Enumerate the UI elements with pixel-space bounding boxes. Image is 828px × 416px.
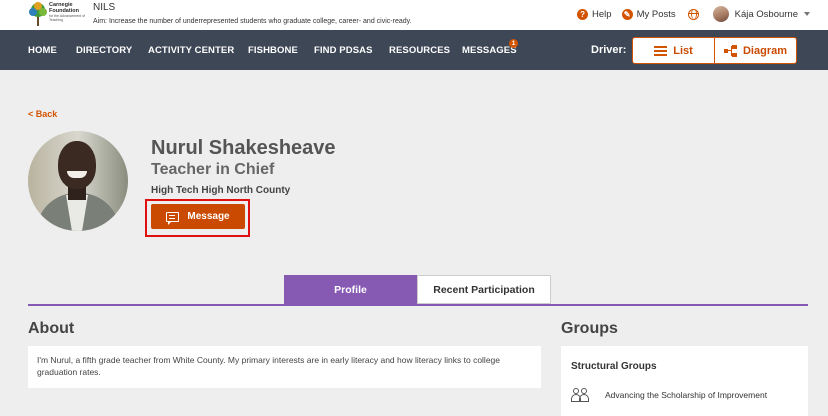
pencil-icon: ✎ [621, 8, 633, 20]
back-link[interactable]: < Back [28, 109, 57, 119]
diagram-view-button[interactable]: Diagram [714, 38, 796, 63]
tree-logo-icon [29, 2, 47, 26]
profile-name: Nurul Shakesheave [151, 137, 336, 159]
chat-icon [166, 211, 180, 225]
list-label: List [673, 44, 693, 57]
about-text: I'm Nurul, a fifth grade teacher from Wh… [28, 346, 541, 388]
people-icon [571, 388, 591, 402]
driver-view-toggle: List Diagram [632, 37, 797, 64]
tab-divider [28, 304, 808, 306]
list-icon [654, 45, 668, 56]
main-nav: HOME DIRECTORY ACTIVITY CENTER FISHBONE … [0, 30, 828, 70]
about-heading: About [28, 320, 75, 337]
groups-panel: Structural Groups Advancing the Scholars… [561, 346, 808, 416]
my-posts-label: My Posts [636, 8, 676, 20]
top-links: ? Help ✎ My Posts Kája Osbourne [567, 6, 810, 22]
user-avatar[interactable] [712, 6, 729, 22]
top-bar: Carnegie Foundation for the Advancement … [0, 0, 828, 30]
profile-organization: High Tech High North County [151, 185, 291, 196]
nav-fishbone[interactable]: FISHBONE [248, 45, 298, 56]
tab-profile[interactable]: Profile [284, 275, 417, 304]
globe-icon[interactable] [687, 8, 699, 20]
nav-activity-center[interactable]: ACTIVITY CENTER [148, 45, 234, 56]
diagram-icon [723, 44, 738, 57]
message-button[interactable]: Message [151, 204, 245, 229]
group-label[interactable]: Advancing the Scholarship of Improvement [605, 390, 767, 400]
structural-groups-heading: Structural Groups [571, 361, 657, 372]
list-view-button[interactable]: List [633, 38, 714, 63]
logo-subtitle: for the Advancement of Teaching [49, 14, 85, 22]
profile-title: Teacher in Chief [151, 161, 275, 178]
help-label: Help [592, 8, 612, 20]
nav-messages[interactable]: MESSAGES [462, 45, 517, 56]
chevron-down-icon[interactable] [804, 12, 810, 16]
profile-photo [28, 131, 128, 231]
help-icon: ? [577, 8, 589, 20]
diagram-label: Diagram [742, 44, 788, 57]
aim-statement: Aim: Increase the number of underreprese… [93, 18, 412, 25]
nav-home[interactable]: HOME [28, 45, 57, 56]
carnegie-logo[interactable]: Carnegie Foundation for the Advancement … [28, 1, 90, 29]
help-link[interactable]: ? Help [577, 8, 612, 20]
driver-label: Driver: [591, 44, 627, 56]
tab-recent-participation[interactable]: Recent Participation [417, 275, 551, 304]
nav-directory[interactable]: DIRECTORY [76, 45, 132, 56]
nav-resources[interactable]: RESOURCES [389, 45, 450, 56]
message-label: Message [187, 211, 230, 222]
nav-find-pdsas[interactable]: FIND PDSAS [314, 45, 373, 56]
user-name[interactable]: Kája Osbourne [735, 9, 798, 20]
app-name: NILS [93, 2, 116, 13]
messages-count-badge: 1 [509, 39, 518, 48]
profile-tabs: Profile Recent Participation [284, 275, 551, 304]
my-posts-link[interactable]: ✎ My Posts [621, 8, 676, 20]
logo-text: Carnegie Foundation for the Advancement … [49, 2, 93, 22]
groups-heading: Groups [561, 320, 618, 337]
group-item[interactable]: Advancing the Scholarship of Improvement [571, 388, 767, 402]
